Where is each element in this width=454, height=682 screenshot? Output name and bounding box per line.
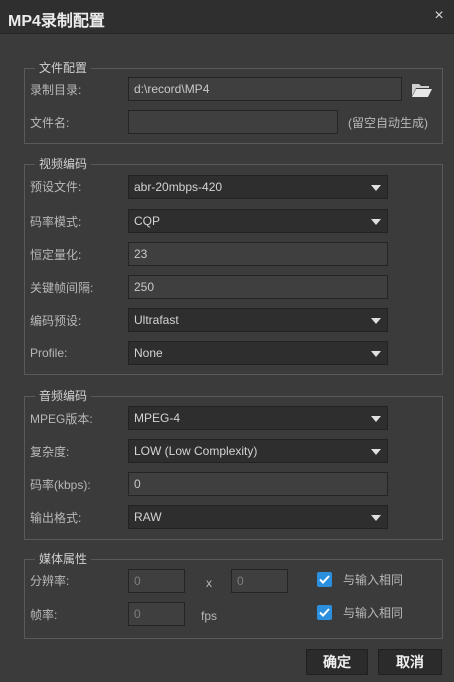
chevron-down-icon bbox=[371, 351, 381, 357]
file-name-input[interactable] bbox=[128, 110, 338, 134]
profile-label: Profile: bbox=[30, 346, 68, 360]
output-format-value: RAW bbox=[134, 510, 162, 524]
record-dir-input[interactable]: d:\record\MP4 bbox=[128, 77, 402, 101]
mpeg-version-select[interactable]: MPEG-4 bbox=[128, 406, 388, 430]
output-format-select[interactable]: RAW bbox=[128, 505, 388, 529]
close-button[interactable]: × bbox=[430, 6, 448, 26]
browse-folder-icon[interactable] bbox=[411, 82, 433, 98]
width-input[interactable]: 0 bbox=[128, 569, 185, 593]
rate-mode-value: CQP bbox=[134, 214, 161, 228]
resolution-separator: x bbox=[206, 576, 212, 590]
cancel-button[interactable]: 取消 bbox=[378, 649, 442, 675]
quantizer-label: 恒定量化: bbox=[30, 248, 82, 262]
complexity-label: 复杂度: bbox=[30, 445, 70, 459]
chevron-down-icon bbox=[371, 515, 381, 521]
quantizer-input[interactable]: 23 bbox=[128, 242, 388, 266]
chevron-down-icon bbox=[371, 449, 381, 455]
keyframe-label: 关键帧间隔: bbox=[30, 281, 94, 295]
preset-file-select[interactable]: abr-20mbps-420 bbox=[128, 175, 388, 199]
keyframe-input[interactable]: 250 bbox=[128, 275, 388, 299]
same-framerate-checkbox[interactable] bbox=[317, 605, 332, 620]
bitrate-input[interactable]: 0 bbox=[128, 472, 388, 496]
audio-encoding-legend: 音频编码 bbox=[35, 389, 92, 403]
rate-mode-label: 码率模式: bbox=[30, 215, 82, 229]
fps-unit: fps bbox=[201, 609, 218, 623]
encode-preset-value: Ultrafast bbox=[134, 313, 179, 327]
profile-value: None bbox=[134, 346, 163, 360]
file-config-legend: 文件配置 bbox=[35, 61, 92, 75]
preset-file-label: 预设文件: bbox=[30, 180, 82, 194]
file-name-hint: (留空自动生成) bbox=[348, 116, 428, 130]
framerate-label: 帧率: bbox=[30, 608, 58, 622]
preset-file-value: abr-20mbps-420 bbox=[134, 180, 223, 194]
bitrate-label: 码率(kbps): bbox=[30, 478, 91, 492]
record-dir-label: 录制目录: bbox=[30, 83, 82, 97]
chevron-down-icon bbox=[371, 416, 381, 422]
video-encoding-legend: 视频编码 bbox=[35, 157, 92, 171]
mpeg-version-label: MPEG版本: bbox=[30, 412, 93, 426]
rate-mode-select[interactable]: CQP bbox=[128, 209, 388, 233]
complexity-select[interactable]: LOW (Low Complexity) bbox=[128, 439, 388, 463]
same-framerate-label: 与输入相同 bbox=[343, 606, 404, 620]
same-resolution-checkbox[interactable] bbox=[317, 572, 332, 587]
same-resolution-label: 与输入相同 bbox=[343, 573, 404, 587]
resolution-label: 分辨率: bbox=[30, 574, 70, 588]
chevron-down-icon bbox=[371, 219, 381, 225]
window-title: MP4录制配置 bbox=[8, 13, 105, 30]
framerate-input[interactable]: 0 bbox=[128, 602, 185, 626]
profile-select[interactable]: None bbox=[128, 341, 388, 365]
complexity-value: LOW (Low Complexity) bbox=[134, 444, 258, 458]
chevron-down-icon bbox=[371, 185, 381, 191]
file-name-label: 文件名: bbox=[30, 116, 70, 130]
encode-preset-select[interactable]: Ultrafast bbox=[128, 308, 388, 332]
ok-button[interactable]: 确定 bbox=[306, 649, 368, 675]
mpeg-version-value: MPEG-4 bbox=[134, 411, 181, 425]
height-input[interactable]: 0 bbox=[231, 569, 288, 593]
output-format-label: 输出格式: bbox=[30, 511, 82, 525]
title-bar: MP4录制配置 × bbox=[0, 0, 454, 34]
encode-preset-label: 编码预设: bbox=[30, 314, 82, 328]
chevron-down-icon bbox=[371, 318, 381, 324]
media-attributes-legend: 媒体属性 bbox=[35, 552, 92, 566]
